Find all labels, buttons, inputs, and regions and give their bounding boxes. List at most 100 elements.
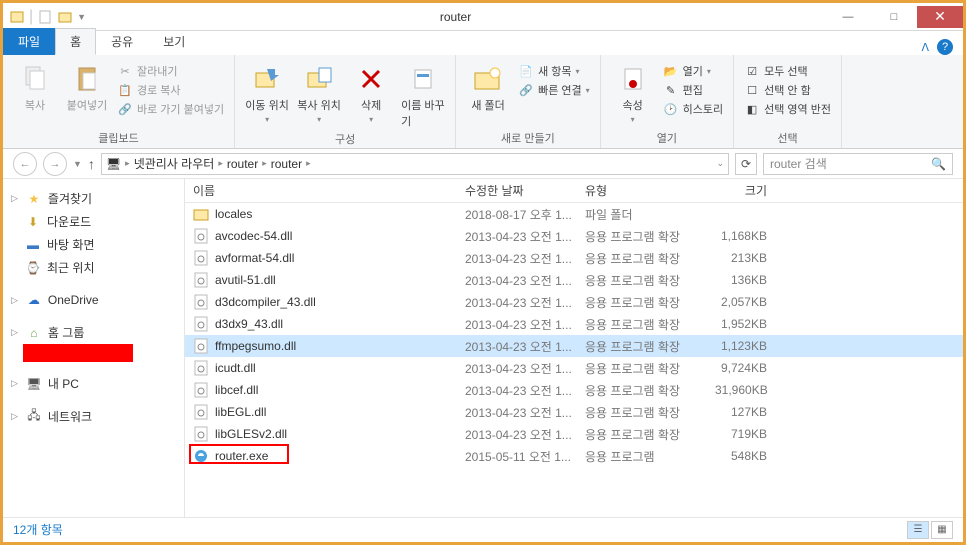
breadcrumb[interactable]: 🖥▸ 넷관리사 라우터▸ router▸ router▸ ⌄	[101, 153, 729, 175]
file-size: 1,952KB	[707, 317, 787, 331]
easyaccess-button[interactable]: 🔗빠른 연결 ▾	[518, 82, 590, 98]
details-view-button[interactable]: ☰	[907, 521, 929, 539]
refresh-button[interactable]: ⟳	[735, 153, 757, 175]
file-name: libEGL.dll	[215, 405, 266, 419]
col-type[interactable]: 유형	[577, 182, 707, 199]
tab-home[interactable]: 홈	[55, 28, 96, 55]
ribbon-collapse-icon[interactable]: ᐱ	[921, 41, 929, 54]
edit-icon: ✎	[663, 82, 679, 98]
nav-desktop[interactable]: ▬바탕 화면	[3, 233, 184, 256]
file-date: 2018-08-17 오후 1...	[457, 206, 577, 223]
moveto-icon	[251, 63, 283, 95]
file-row[interactable]: libGLESv2.dll2013-04-23 오전 1...응용 프로그램 확…	[185, 423, 963, 445]
selectnone-button[interactable]: ☐선택 안 함	[744, 82, 831, 98]
addr-dropdown-icon[interactable]: ⌄	[716, 158, 724, 169]
file-row[interactable]: d3dcompiler_43.dll2013-04-23 오전 1...응용 프…	[185, 291, 963, 313]
copypath-button[interactable]: 📋경로 복사	[117, 82, 224, 98]
newfolder-button[interactable]: 새 폴더	[466, 59, 510, 113]
col-modified[interactable]: 수정한 날짜	[457, 182, 577, 199]
open-button[interactable]: 📂열기 ▾	[663, 63, 723, 79]
maximize-button[interactable]: □	[871, 6, 917, 28]
file-row[interactable]: router.exe2015-05-11 오전 1...응용 프로그램548KB	[185, 445, 963, 467]
tab-view[interactable]: 보기	[148, 28, 200, 55]
file-row[interactable]: avformat-54.dll2013-04-23 오전 1...응용 프로그램…	[185, 247, 963, 269]
nav-homegroup[interactable]: ▷⌂홈 그룹	[3, 321, 184, 344]
download-icon: ⬇	[25, 214, 41, 230]
history-button[interactable]: 🕑히스토리	[663, 101, 723, 117]
properties-button[interactable]: 속성 ▾	[611, 59, 655, 124]
file-name: d3dx9_43.dll	[215, 317, 283, 331]
delete-button[interactable]: 삭제 ▾	[349, 59, 393, 124]
moveto-button[interactable]: 이동 위치 ▾	[245, 59, 289, 124]
file-row[interactable]: ffmpegsumo.dll2013-04-23 오전 1...응용 프로그램 …	[185, 335, 963, 357]
qat-dropdown-icon[interactable]: ▼	[77, 12, 86, 22]
rename-button[interactable]: 이름 바꾸기	[401, 59, 445, 129]
nav-favorites[interactable]: ▷★즐겨찾기	[3, 187, 184, 210]
file-row[interactable]: libEGL.dll2013-04-23 오전 1...응용 프로그램 확장12…	[185, 401, 963, 423]
nav-network[interactable]: ▷🖧네트워크	[3, 405, 184, 428]
file-name: avcodec-54.dll	[215, 229, 292, 243]
forward-button[interactable]: →	[43, 152, 67, 176]
pc-icon: 🖥	[106, 157, 121, 171]
file-date: 2013-04-23 오전 1...	[457, 250, 577, 267]
file-list: 이름 수정한 날짜 유형 크기 locales2018-08-17 오후 1..…	[185, 179, 963, 517]
dll-icon	[193, 404, 209, 420]
file-name: icudt.dll	[215, 361, 256, 375]
file-row[interactable]: icudt.dll2013-04-23 오전 1...응용 프로그램 확장9,7…	[185, 357, 963, 379]
file-row[interactable]: avcodec-54.dll2013-04-23 오전 1...응용 프로그램 …	[185, 225, 963, 247]
qat-properties-icon[interactable]	[37, 9, 53, 25]
nav-thispc[interactable]: ▷🖥내 PC	[3, 372, 184, 395]
selectall-button[interactable]: ☑모두 선택	[744, 63, 831, 79]
edit-button[interactable]: ✎편집	[663, 82, 723, 98]
file-type: 응용 프로그램 확장	[577, 228, 707, 245]
help-icon[interactable]: ?	[937, 39, 953, 55]
copy-button[interactable]: 복사	[13, 59, 57, 113]
file-type: 응용 프로그램 확장	[577, 272, 707, 289]
newitem-button[interactable]: 📄새 항목 ▾	[518, 63, 590, 79]
crumb-2[interactable]: router	[271, 157, 302, 171]
cut-button[interactable]: ✂잘라내기	[117, 63, 224, 79]
ribbon-group-organize: 이동 위치 ▾ 복사 위치 ▾ 삭제 ▾ 이름 바꾸기 구성	[235, 55, 456, 148]
qat-newfolder-icon[interactable]	[57, 9, 73, 25]
cloud-icon: ☁	[26, 292, 42, 308]
file-row[interactable]: libcef.dll2013-04-23 오전 1...응용 프로그램 확장31…	[185, 379, 963, 401]
nav-onedrive[interactable]: ▷☁OneDrive	[3, 289, 184, 311]
tab-file[interactable]: 파일	[3, 28, 55, 55]
close-button[interactable]: ✕	[917, 6, 963, 28]
nav-downloads[interactable]: ⬇다운로드	[3, 210, 184, 233]
col-size[interactable]: 크기	[707, 182, 787, 199]
file-row[interactable]: avutil-51.dll2013-04-23 오전 1...응용 프로그램 확…	[185, 269, 963, 291]
file-date: 2013-04-23 오전 1...	[457, 294, 577, 311]
nav-recent[interactable]: ⌚최근 위치	[3, 256, 184, 279]
invertselection-button[interactable]: ◧선택 영역 반전	[744, 101, 831, 117]
recent-locations-dropdown[interactable]: ▼	[73, 159, 82, 169]
minimize-button[interactable]: —	[825, 6, 871, 28]
folder-icon	[193, 206, 209, 222]
history-icon: 🕑	[663, 101, 679, 117]
up-button[interactable]: ↑	[88, 156, 95, 172]
file-row[interactable]: d3dx9_43.dll2013-04-23 오전 1...응용 프로그램 확장…	[185, 313, 963, 335]
file-row[interactable]: locales2018-08-17 오후 1...파일 폴더	[185, 203, 963, 225]
pasteshortcut-button[interactable]: 🔗바로 가기 붙여넣기	[117, 101, 224, 117]
paste-button[interactable]: 붙여넣기	[65, 59, 109, 113]
icons-view-button[interactable]: ▦	[931, 521, 953, 539]
search-input[interactable]: router 검색 🔍	[763, 153, 953, 175]
copyto-button[interactable]: 복사 위치 ▾	[297, 59, 341, 124]
dll-icon	[193, 426, 209, 442]
content-area: ▷★즐겨찾기 ⬇다운로드 ▬바탕 화면 ⌚최근 위치 ▷☁OneDrive ▷⌂…	[3, 179, 963, 517]
col-name[interactable]: 이름	[185, 182, 457, 199]
ribbon-group-new: 새 폴더 📄새 항목 ▾ 🔗빠른 연결 ▾ 새로 만들기	[456, 55, 601, 148]
crumb-root[interactable]: 넷관리사 라우터	[134, 155, 215, 172]
desktop-icon: ▬	[25, 237, 41, 253]
selectall-icon: ☑	[744, 63, 760, 79]
crumb-1[interactable]: router	[227, 157, 258, 171]
back-button[interactable]: ←	[13, 152, 37, 176]
file-size: 127KB	[707, 405, 787, 419]
dll-icon	[193, 294, 209, 310]
file-type: 응용 프로그램	[577, 448, 707, 465]
ribbon-group-clipboard: 복사 붙여넣기 ✂잘라내기 📋경로 복사 🔗바로 가기 붙여넣기 클립보드	[3, 55, 235, 148]
tab-share[interactable]: 공유	[96, 28, 148, 55]
column-headers: 이름 수정한 날짜 유형 크기	[185, 179, 963, 203]
ribbon: 복사 붙여넣기 ✂잘라내기 📋경로 복사 🔗바로 가기 붙여넣기 클립보드 이동…	[3, 55, 963, 149]
open-icon: 📂	[663, 63, 679, 79]
